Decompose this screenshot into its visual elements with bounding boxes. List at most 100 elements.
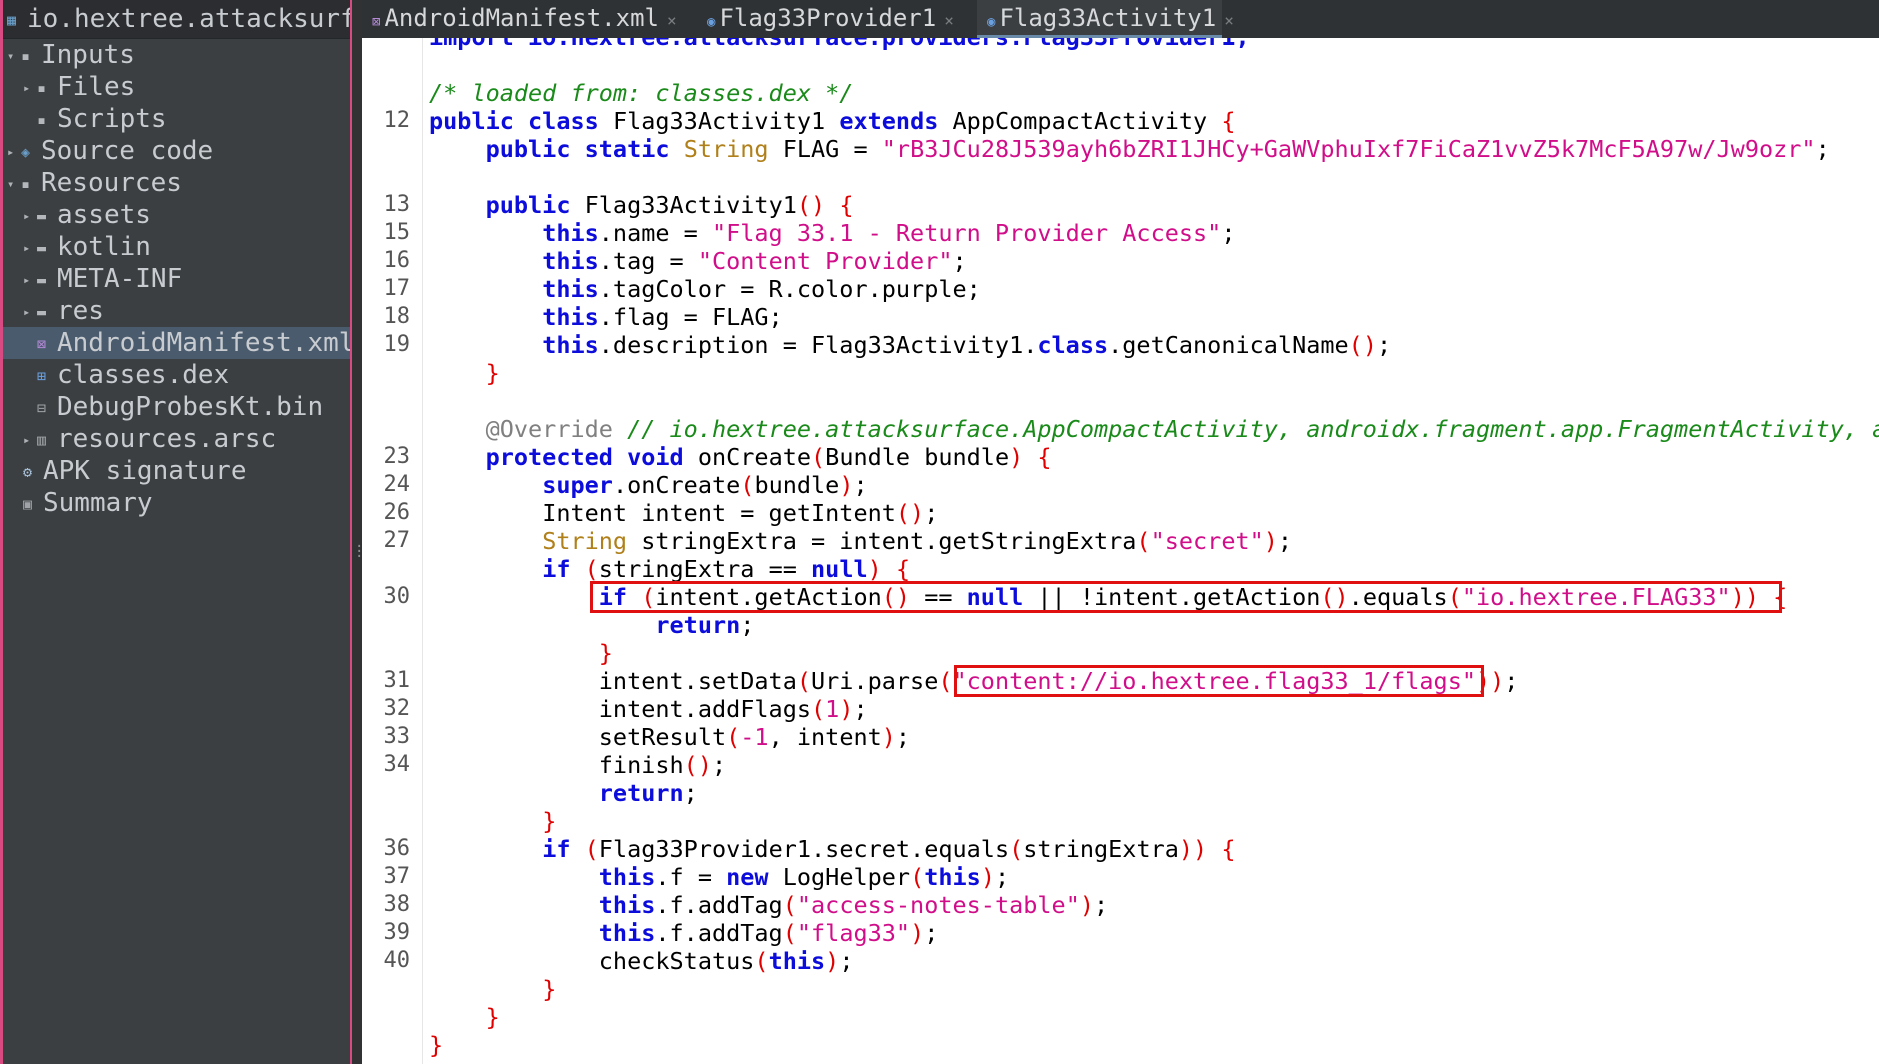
code-line: }	[429, 807, 556, 835]
expand-arrow-icon[interactable]: ▸	[7, 136, 21, 168]
code-line: String stringExtra = intent.getStringExt…	[429, 527, 1292, 555]
expand-arrow-icon[interactable]: ▸	[23, 264, 37, 296]
code-keyword: extends	[839, 107, 939, 135]
code-line: Intent intent = getIntent();	[429, 499, 938, 527]
folder-icon: ▬	[37, 206, 47, 225]
tree-item-classes-dex[interactable]: ⊞ classes.dex	[3, 359, 350, 391]
code-bracket: {	[1221, 107, 1236, 135]
panel-splitter[interactable]: · · ·	[352, 0, 363, 1064]
code-bracket: (	[584, 555, 599, 583]
tree-root-row[interactable]: ▦ io.hextree.attacksurfa	[7, 3, 352, 35]
code-line: this.tagColor = R.color.purple;	[429, 275, 981, 303]
expand-arrow-icon[interactable]: ▾	[7, 40, 21, 72]
code-bracket: (	[782, 891, 797, 919]
line-number: 13	[383, 192, 411, 217]
code-token: stringExtra	[1023, 835, 1179, 863]
code-token: ;	[839, 947, 854, 975]
code-bracket: )	[1079, 891, 1094, 919]
code-token: .getCanonicalName	[1108, 331, 1349, 359]
tree-item-meta-inf[interactable]: ▸ ▬ META-INF	[3, 263, 350, 296]
tree-item-resources[interactable]: ▾ ▪ Resources	[3, 167, 350, 200]
code-bracket: (	[796, 667, 812, 695]
line-number: 23	[383, 444, 411, 469]
tree-item-label: classes.dex	[57, 360, 230, 390]
expand-arrow-icon[interactable]: ▸	[23, 232, 37, 264]
expand-arrow-icon[interactable]: ▸	[23, 200, 37, 232]
code-keyword: public class	[429, 107, 599, 135]
expand-arrow-icon[interactable]: ▾	[7, 168, 21, 200]
code-bracket: {	[839, 191, 854, 219]
code-bracket: ()	[895, 499, 925, 527]
tree-item-inputs[interactable]: ▾ ▪ Inputs	[3, 39, 350, 72]
code-line: this.f.addTag("flag33");	[429, 919, 939, 947]
tab-flag33-activity1[interactable]: ◉ Flag33Activity1 ×	[977, 0, 1234, 38]
tree-item-source-code[interactable]: ▸ ◈ Source code	[3, 135, 350, 168]
code-keyword: null	[966, 583, 1024, 611]
tree-item-kotlin[interactable]: ▸ ▬ kotlin	[3, 231, 350, 264]
code-token: FLAG =	[782, 135, 868, 163]
expand-arrow-icon[interactable]: ▸	[23, 424, 37, 456]
tab-android-manifest[interactable]: ⊠ AndroidManifest.xml ×	[372, 0, 677, 38]
tree-item-label: Resources	[41, 168, 182, 198]
code-token: ;	[853, 471, 868, 499]
expand-arrow-icon[interactable]: ▸	[23, 296, 37, 328]
close-icon[interactable]: ×	[1224, 11, 1234, 30]
code-comment: /* loaded from: classes.dex */	[429, 79, 854, 107]
code-token: setResult	[598, 723, 727, 751]
tree-item-apk-signature[interactable]: ⚙ APK signature	[3, 455, 350, 487]
code-bracket: (	[811, 695, 826, 723]
code-string: "io.hextree.FLAG33"	[1461, 583, 1731, 611]
code-line: return;	[655, 611, 755, 639]
arsc-file-icon: ▥	[37, 430, 47, 449]
folder-icon: ▬	[37, 270, 47, 289]
code-bracket: ))	[1476, 667, 1505, 695]
tree-item-label: res	[57, 296, 104, 326]
code-token: .name =	[598, 219, 712, 247]
code-token: .f =	[655, 863, 727, 891]
tree-item-resources-arsc[interactable]: ▸ ▥ resources.arsc	[3, 423, 350, 456]
code-line: setResult(-1, intent);	[429, 723, 910, 751]
folder-icon: ▬	[37, 302, 47, 321]
tree-item-label: AndroidManifest.xml	[57, 328, 352, 358]
code-editor[interactable]: 12 13 15 16 17 18 19 23 24 26 27 30 31 3…	[362, 38, 1879, 1064]
code-token: import io.hextree.attacksurface.provider…	[429, 38, 1250, 51]
code-type: String	[683, 135, 769, 163]
tree-root-label: io.hextree.attacksurfa	[27, 4, 352, 34]
tree-item-label: Summary	[43, 488, 153, 518]
code-token: stringExtra = intent.getStringExtra	[641, 527, 1137, 555]
code-bracket: }	[598, 639, 613, 667]
code-keyword: new	[726, 863, 769, 891]
code-line-ctor: public Flag33Activity1() {	[429, 191, 854, 219]
close-icon[interactable]: ×	[944, 11, 954, 30]
tree-item-files[interactable]: ▸ ▪ Files	[3, 71, 350, 104]
tree-item-debug-probes[interactable]: ⊟ DebugProbesKt.bin	[3, 391, 350, 423]
line-number: 18	[383, 304, 411, 329]
tree-item-label: META-INF	[57, 264, 183, 294]
tree-root[interactable]: ▦ io.hextree.attacksurfa	[3, 0, 350, 39]
code-string: "Content Provider"	[697, 247, 953, 275]
folder-icon: ▪	[37, 78, 47, 97]
close-icon[interactable]: ×	[667, 11, 677, 30]
tree-item-label: Inputs	[41, 40, 135, 70]
code-token: ;	[853, 695, 868, 723]
code-keyword: super	[542, 471, 613, 499]
tree-item-assets[interactable]: ▸ ▬ assets	[3, 199, 350, 232]
code-bracket: (	[910, 863, 925, 891]
tree-item-summary[interactable]: ▣ Summary	[3, 487, 350, 519]
tree-item-res[interactable]: ▸ ▬ res	[3, 295, 350, 328]
code-bracket: )	[1263, 527, 1278, 555]
code-keyword: class	[1037, 331, 1109, 359]
line-number: 24	[383, 472, 411, 497]
code-type: String	[542, 527, 628, 555]
tab-flag33-provider1[interactable]: ◉ Flag33Provider1 ×	[707, 0, 954, 38]
code-string: "access-notes-table"	[796, 891, 1080, 919]
tree-item-scripts[interactable]: ▪ Scripts	[3, 103, 350, 135]
code-bracket: )	[839, 471, 854, 499]
code-line-class-decl: public class Flag33Activity1 extends App…	[429, 107, 1236, 135]
code-keyword: public static	[485, 135, 670, 163]
tree-item-android-manifest[interactable]: ⊠ AndroidManifest.xml	[3, 327, 352, 359]
code-token: onCreate	[697, 443, 812, 471]
code-string: "rB3JCu28J539ayh6bZRI1JHCy+GaWVphuIxf7Fi…	[881, 135, 1816, 163]
expand-arrow-icon[interactable]: ▸	[23, 72, 37, 104]
code-bracket: (	[782, 919, 797, 947]
